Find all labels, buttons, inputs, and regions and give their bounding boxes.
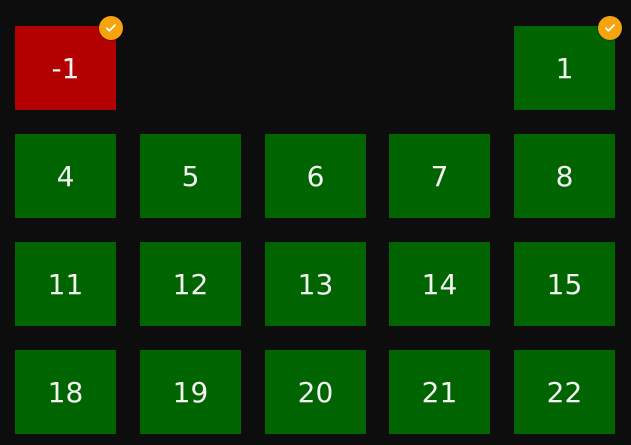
number-grid: -1 1 4 5 6 7 8 11 12 13 14 15 18 19 20 2… xyxy=(0,0,631,445)
tile-label: 21 xyxy=(421,375,458,409)
tile-8[interactable]: 8 xyxy=(514,134,615,218)
checkmark-icon xyxy=(598,16,622,40)
tile-label: 18 xyxy=(47,375,84,409)
tile-6[interactable]: 6 xyxy=(265,134,366,218)
tile-18[interactable]: 18 xyxy=(15,350,116,434)
tile-label: 13 xyxy=(297,267,334,301)
tile-19[interactable]: 19 xyxy=(140,350,241,434)
tile-13[interactable]: 13 xyxy=(265,242,366,326)
tile-7[interactable]: 7 xyxy=(389,134,490,218)
tile-label: 1 xyxy=(555,51,574,85)
tile-21[interactable]: 21 xyxy=(389,350,490,434)
tile-15[interactable]: 15 xyxy=(514,242,615,326)
tile-5[interactable]: 5 xyxy=(140,134,241,218)
tile-label: 11 xyxy=(47,267,84,301)
tile-minus-1[interactable]: -1 xyxy=(15,16,123,110)
tile-label: 8 xyxy=(555,159,574,193)
tile-4[interactable]: 4 xyxy=(15,134,116,218)
tile-label: 4 xyxy=(56,159,75,193)
tile-label: 15 xyxy=(546,267,583,301)
tile-label: 14 xyxy=(421,267,458,301)
tile-label: 5 xyxy=(181,159,200,193)
tile-label: -1 xyxy=(51,51,80,85)
tile-12[interactable]: 12 xyxy=(140,242,241,326)
tile-label: 12 xyxy=(172,267,209,301)
tile-label: 6 xyxy=(306,159,325,193)
tile-label: 22 xyxy=(546,375,583,409)
tile-label: 19 xyxy=(172,375,209,409)
tile-20[interactable]: 20 xyxy=(265,350,366,434)
tile-label: 20 xyxy=(297,375,334,409)
tile-14[interactable]: 14 xyxy=(389,242,490,326)
tile-11[interactable]: 11 xyxy=(15,242,116,326)
tile-1[interactable]: 1 xyxy=(514,16,622,110)
checkmark-icon xyxy=(99,16,123,40)
tile-label: 7 xyxy=(430,159,449,193)
tile-22[interactable]: 22 xyxy=(514,350,615,434)
